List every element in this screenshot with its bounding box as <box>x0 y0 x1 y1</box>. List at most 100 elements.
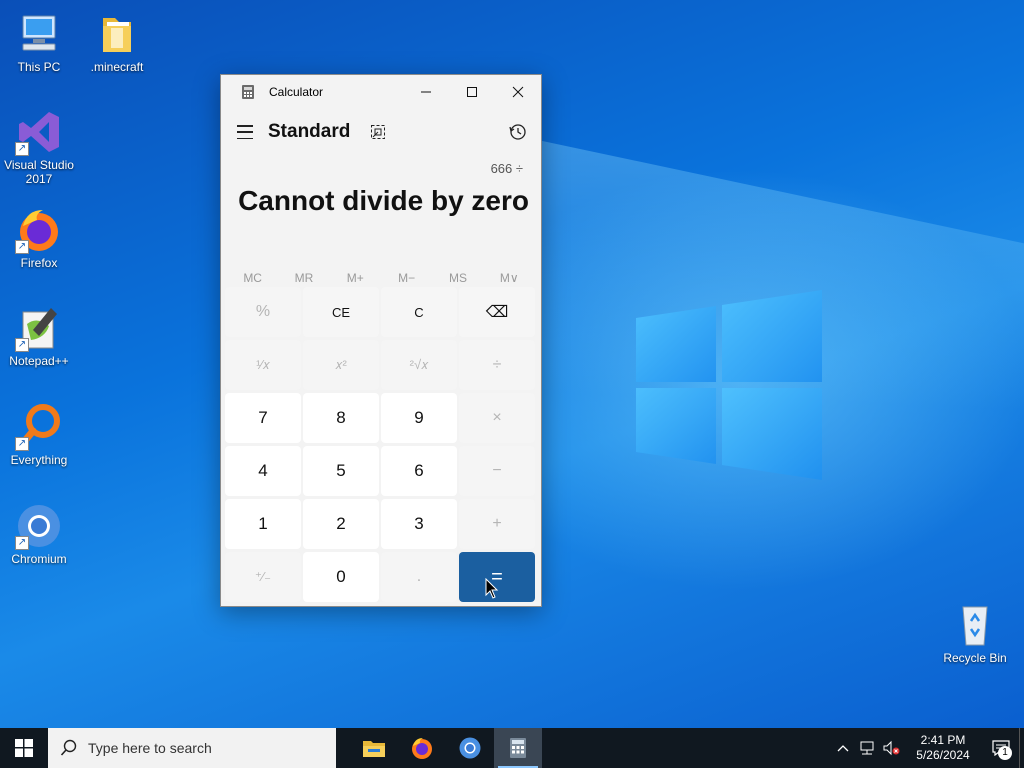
network-icon <box>860 741 874 755</box>
taskbar-file-explorer[interactable] <box>350 728 398 768</box>
digit-8-button[interactable]: 8 <box>303 393 379 443</box>
chromium-icon <box>459 737 481 759</box>
notepadpp-icon: ↗ <box>15 304 63 352</box>
memory-subtract-button: M− <box>398 271 416 285</box>
clear-button[interactable]: C <box>381 287 457 337</box>
close-icon <box>512 86 524 98</box>
title-bar[interactable]: Calculator <box>221 75 541 109</box>
folder-icon <box>93 10 141 58</box>
clock-time: 2:41 PM <box>920 733 966 747</box>
start-button[interactable] <box>0 728 48 768</box>
taskbar-firefox[interactable] <box>398 728 446 768</box>
calculator-app-icon <box>242 85 254 99</box>
computer-icon <box>15 10 63 58</box>
digit-2-button[interactable]: 2 <box>303 499 379 549</box>
volume-button[interactable] <box>879 728 903 768</box>
memory-clear-button: MC <box>243 271 262 285</box>
desktop-icon-chromium[interactable]: ↗ Chromium <box>1 502 77 566</box>
square-button: 𝑥² <box>303 340 379 390</box>
decimal-button: . <box>381 552 457 602</box>
reciprocal-button: ¹⁄𝑥 <box>225 340 301 390</box>
desktop-icon-label: Everything <box>10 453 68 467</box>
desktop-icon-this-pc[interactable]: This PC <box>1 10 77 74</box>
digit-0-button[interactable]: 0 <box>303 552 379 602</box>
show-hidden-icons-button[interactable] <box>831 728 855 768</box>
result-display: Cannot divide by zero <box>238 185 529 216</box>
system-tray: 2:41 PM 5/26/2024 1 <box>831 728 1024 768</box>
expression-display: 666 ÷ <box>490 161 523 176</box>
search-icon <box>60 739 77 756</box>
desktop-icon-label: Chromium <box>11 552 67 566</box>
network-button[interactable] <box>855 728 879 768</box>
action-center-button[interactable]: 1 <box>983 728 1019 768</box>
memory-add-button: M+ <box>346 271 364 285</box>
window-title: Calculator <box>269 85 324 99</box>
desktop-icon-label: Notepad++ <box>9 354 69 368</box>
chevron-up-icon <box>837 745 849 752</box>
shortcut-arrow-icon: ↗ <box>15 142 29 156</box>
desktop-icon-notepadpp[interactable]: ↗ Notepad++ <box>1 304 77 368</box>
calculator-header: Standard <box>221 109 541 155</box>
memory-store-button: MS <box>448 271 467 285</box>
desktop-icon-visual-studio[interactable]: ↗ Visual Studio 2017 <box>1 108 77 186</box>
firefox-icon: ↗ <box>15 206 63 254</box>
desktop-icon-recycle-bin[interactable]: Recycle Bin <box>937 601 1013 665</box>
desktop-icon-minecraft[interactable]: .minecraft <box>79 10 155 74</box>
windows-logo-icon <box>636 290 822 480</box>
chromium-icon: ↗ <box>15 502 63 550</box>
desktop-icon-label: .minecraft <box>90 60 144 74</box>
clear-entry-button[interactable]: CE <box>303 287 379 337</box>
digit-1-button[interactable]: 1 <box>225 499 301 549</box>
memory-recall-button: MR <box>294 271 314 285</box>
multiply-button: × <box>459 393 535 443</box>
digit-9-button[interactable]: 9 <box>381 393 457 443</box>
desktop-icon-everything[interactable]: ↗ Everything <box>1 403 77 467</box>
digit-4-button[interactable]: 4 <box>225 446 301 496</box>
firefox-icon <box>412 738 432 759</box>
taskbar-chromium[interactable] <box>446 728 494 768</box>
windows-start-icon <box>15 739 33 757</box>
everything-search-icon: ↗ <box>15 403 63 451</box>
desktop-icon-label: Firefox <box>20 256 58 270</box>
percent-button: % <box>225 287 301 337</box>
subtract-button: − <box>459 446 535 496</box>
hamburger-menu-icon[interactable] <box>237 125 253 139</box>
memory-list-button: M∨ <box>499 271 519 285</box>
add-button: + <box>459 499 535 549</box>
backspace-button[interactable]: ⌫ <box>459 287 535 337</box>
square-root-button: ²√𝑥 <box>381 340 457 390</box>
maximize-button[interactable] <box>449 75 495 109</box>
search-placeholder: Type here to search <box>88 740 212 756</box>
digit-5-button[interactable]: 5 <box>303 446 379 496</box>
taskbar-clock[interactable]: 2:41 PM 5/26/2024 <box>907 733 979 763</box>
taskbar-search-box[interactable]: Type here to search <box>48 728 336 768</box>
keep-on-top-icon[interactable] <box>370 124 386 140</box>
minimize-icon <box>421 91 431 93</box>
digit-3-button[interactable]: 3 <box>381 499 457 549</box>
recycle-bin-icon <box>951 601 999 649</box>
volume-muted-icon <box>883 740 900 756</box>
desktop-icon-firefox[interactable]: ↗ Firefox <box>1 206 77 270</box>
digit-6-button[interactable]: 6 <box>381 446 457 496</box>
keypad: % CE C ⌫ ¹⁄𝑥 𝑥² ²√𝑥 ÷ 7 8 9 × 4 5 6 − 1 … <box>225 287 537 602</box>
show-desktop-button[interactable] <box>1019 728 1024 768</box>
close-button[interactable] <box>495 75 541 109</box>
desktop-icon-label: Visual Studio 2017 <box>4 158 74 186</box>
desktop-icon-label: Recycle Bin <box>943 651 1007 665</box>
taskbar-calculator[interactable] <box>494 728 542 768</box>
shortcut-arrow-icon: ↗ <box>15 437 29 451</box>
clock-date: 5/26/2024 <box>916 748 970 762</box>
mouse-cursor-icon <box>485 578 499 599</box>
desktop-icon-label: This PC <box>17 60 61 74</box>
calculator-icon <box>510 738 526 758</box>
history-icon[interactable] <box>509 123 527 141</box>
taskbar: Type here to search 2:41 PM 5/26/2024 1 <box>0 728 1024 768</box>
shortcut-arrow-icon: ↗ <box>15 240 29 254</box>
negate-button: ⁺⁄₋ <box>225 552 301 602</box>
shortcut-arrow-icon: ↗ <box>15 536 29 550</box>
minimize-button[interactable] <box>403 75 449 109</box>
maximize-icon <box>467 87 477 97</box>
visual-studio-icon: ↗ <box>15 108 63 156</box>
file-explorer-icon <box>363 741 385 757</box>
digit-7-button[interactable]: 7 <box>225 393 301 443</box>
